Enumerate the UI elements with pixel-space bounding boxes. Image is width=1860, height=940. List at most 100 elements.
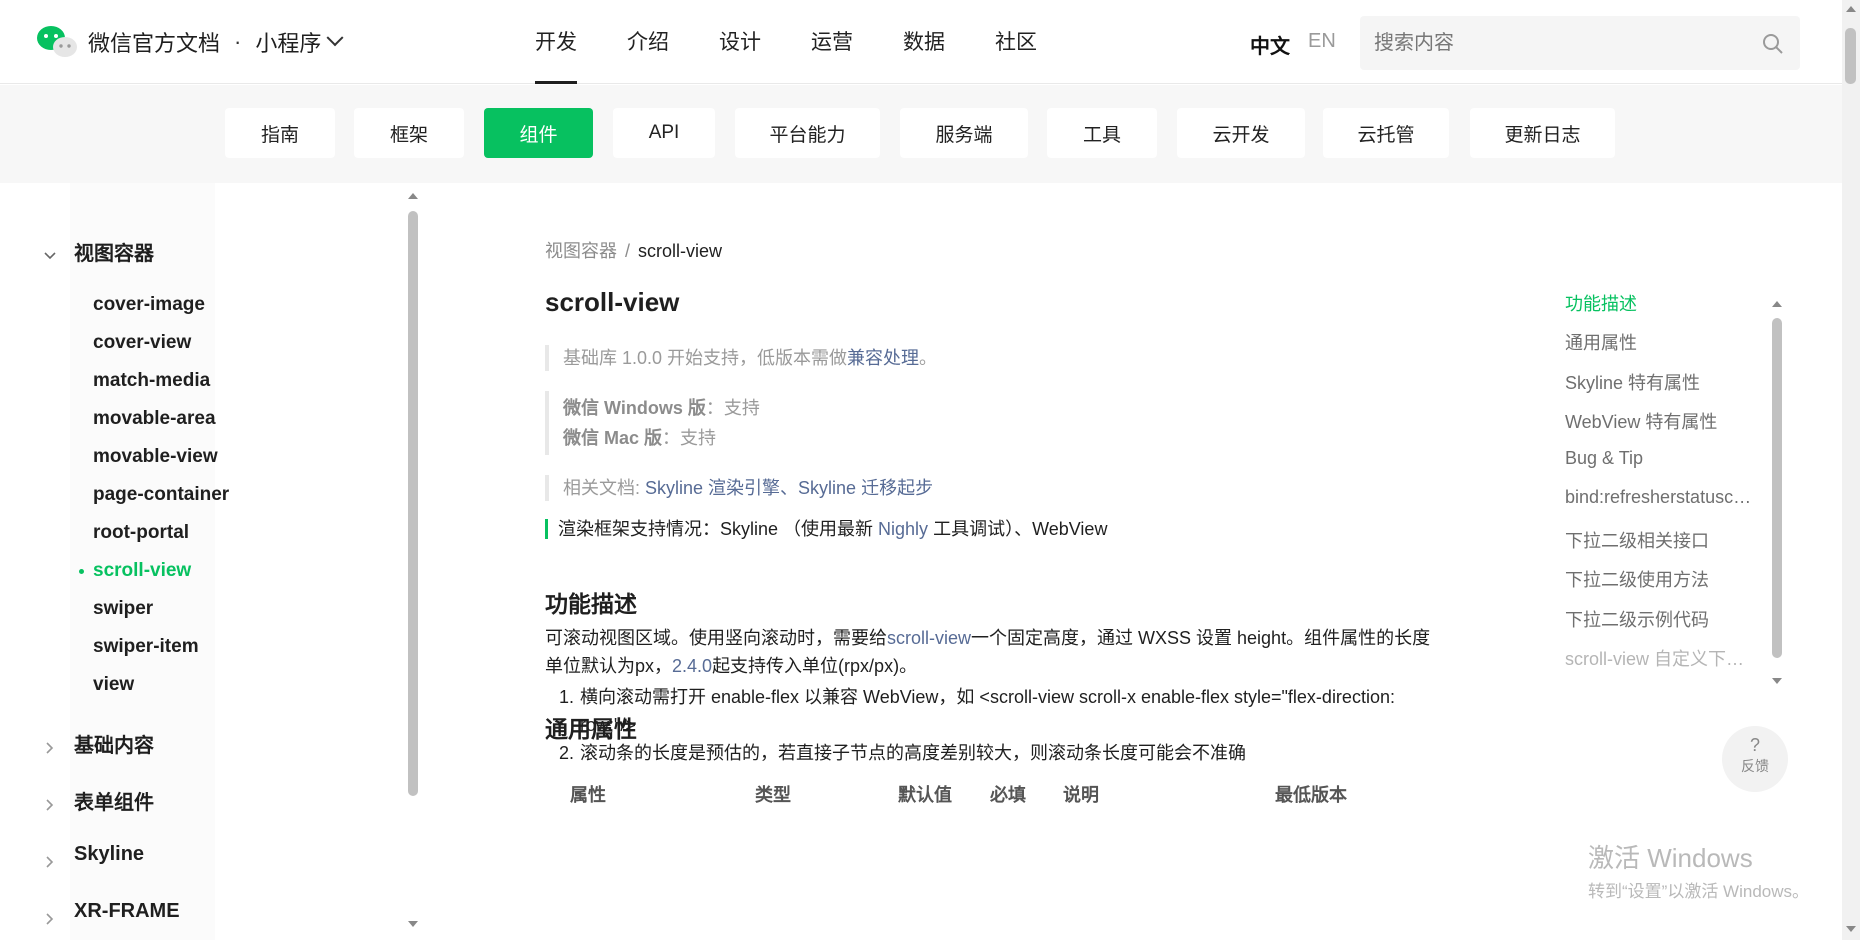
nav-intro[interactable]: 介绍 (627, 26, 669, 84)
compat-link[interactable]: 兼容处理 (847, 348, 919, 368)
sidebar-item-cover-image[interactable]: cover-image (93, 294, 205, 316)
nav-data[interactable]: 数据 (903, 26, 945, 84)
render-support-text: 渲染框架支持情况：Skyline （使用最新 (558, 519, 879, 539)
toc-scroll-up-icon[interactable] (1772, 301, 1782, 307)
sidebar-item-match-media[interactable]: match-media (93, 370, 210, 392)
nav-operation[interactable]: 运营 (811, 26, 853, 84)
toc-scroll-down-icon[interactable] (1772, 678, 1782, 684)
scroll-down-arrow-icon[interactable] (408, 921, 418, 927)
toc-item[interactable]: scroll-view 自定义下拉刷新 (1565, 645, 1755, 671)
mac-value: ：支持 (662, 428, 717, 448)
lang-zh[interactable]: 中文 (1250, 30, 1290, 59)
list-item-text: 横向滚动需打开 enable-flex 以兼容 WebView，如 <scrol… (580, 687, 1395, 735)
toc-item[interactable]: 下拉二级相关接口 (1565, 527, 1755, 553)
sidebar-item-view[interactable]: view (93, 674, 134, 696)
category-platform[interactable]: 平台能力 (735, 108, 880, 158)
top-header: 微信官方文档 · 小程序 开发 介绍 设计 运营 数据 社区 中文 EN (0, 0, 1842, 84)
main-nav: 开发 介绍 设计 运营 数据 社区 (535, 26, 1087, 84)
table-header-cell: 最低版本 (1275, 785, 1347, 805)
toc-scrollbar[interactable] (1772, 318, 1782, 658)
nav-community[interactable]: 社区 (995, 26, 1037, 84)
section-title-common-props: 通用属性 (545, 716, 637, 742)
page-scrollbar-track[interactable] (1842, 0, 1860, 940)
sidebar-item-swiper[interactable]: swiper (93, 598, 153, 620)
brand-title[interactable]: 微信官方文档 (88, 26, 220, 58)
support-base-suffix: 。 (919, 348, 938, 368)
props-table-header: 属性 类型 默认值 必填 说明 最低版本 (545, 781, 1445, 811)
brand[interactable]: 微信官方文档 · 小程序 (36, 25, 344, 59)
table-header-cell: 类型 (755, 785, 791, 805)
toc-item[interactable]: Skyline 特有属性 (1565, 369, 1755, 395)
toc-item[interactable]: WebView 特有属性 (1565, 408, 1755, 434)
sidebar-item-swiper-item[interactable]: swiper-item (93, 636, 199, 658)
language-switch: 中文 EN (1250, 30, 1336, 59)
windows-activation-watermark: 激活 Windows 转到“设置”以激活 Windows。 (1588, 838, 1809, 902)
description-text-a: 可滚动视图区域。使用竖向滚动时，需要给 (545, 628, 887, 648)
category-guide[interactable]: 指南 (225, 108, 335, 158)
sidebar-group-label: Skyline (74, 843, 145, 865)
sidebar-item-movable-view[interactable]: movable-view (93, 446, 218, 468)
brand-separator: · (234, 29, 242, 54)
windows-value: ：支持 (705, 398, 760, 418)
page-title: scroll-view (545, 287, 680, 317)
support-note: 基础库 1.0.0 开始支持，低版本需做兼容处理。 (545, 345, 937, 371)
support-base-text: 基础库 1.0.0 开始支持，低版本需做 (563, 348, 848, 368)
category-cloud-hosting[interactable]: 云托管 (1323, 108, 1449, 158)
watermark-title: 激活 Windows (1588, 843, 1753, 873)
search-icon[interactable] (1762, 33, 1784, 55)
description-list: 1. 横向滚动需打开 enable-flex 以兼容 WebView，如 <scr… (545, 683, 1445, 767)
scroll-up-arrow-icon[interactable] (408, 193, 418, 199)
nav-design[interactable]: 设计 (719, 26, 761, 84)
page-scroll-up-icon[interactable] (1846, 6, 1856, 12)
skyline-engine-link[interactable]: Skyline 渲染引擎 (645, 478, 780, 498)
category-framework[interactable]: 框架 (354, 108, 464, 158)
sidebar-scrollbar[interactable] (408, 211, 418, 796)
search-input[interactable] (1374, 30, 1754, 56)
nighly-link[interactable]: Nighly (878, 519, 928, 539)
skyline-migration-link[interactable]: Skyline 迁移起步 (798, 478, 933, 498)
toc-item[interactable]: 下拉二级使用方法 (1565, 566, 1755, 592)
list-item: 1. 横向滚动需打开 enable-flex 以兼容 WebView，如 <scr… (545, 683, 1445, 739)
chevron-down-icon[interactable] (326, 29, 344, 47)
description-paragraph: 可滚动视图区域。使用竖向滚动时，需要给scroll-view一个固定高度，通过 … (545, 624, 1445, 680)
sidebar-item-movable-area[interactable]: movable-area (93, 408, 216, 430)
chevron-right-icon (44, 794, 54, 811)
category-cloud-dev[interactable]: 云开发 (1177, 108, 1305, 158)
version-link[interactable]: 2.4.0 (672, 656, 712, 676)
toc-item[interactable]: 下拉二级示例代码 (1565, 606, 1755, 632)
lang-en[interactable]: EN (1308, 30, 1336, 59)
render-support-line: 渲染框架支持情况：Skyline （使用最新 Nighly 工具调试）、WebV… (545, 519, 1107, 539)
category-tools[interactable]: 工具 (1047, 108, 1157, 158)
list-number: 1. (559, 687, 575, 707)
list-item-text: 滚动条的长度是预估的，若直接子节点的高度差别较大，则滚动条长度可能会不准确 (580, 743, 1246, 763)
feedback-label: 反馈 (1741, 758, 1769, 774)
wechat-logo-icon (36, 25, 78, 59)
breadcrumb-separator: / (625, 241, 631, 261)
toc-item[interactable]: Bug & Tip (1565, 448, 1755, 469)
breadcrumb-parent[interactable]: 视图容器 (545, 241, 617, 261)
sidebar-item-page-container[interactable]: page-container (93, 484, 229, 506)
product-switcher[interactable]: 小程序 (255, 26, 321, 58)
category-components[interactable]: 组件 (484, 108, 593, 158)
page-scroll-down-icon[interactable] (1846, 926, 1856, 932)
mac-label: 微信 Mac 版 (563, 428, 663, 448)
category-api[interactable]: API (613, 108, 715, 158)
toc-item[interactable]: 通用属性 (1565, 329, 1755, 355)
list-item: 2. 滚动条的长度是预估的，若直接子节点的高度差别较大，则滚动条长度可能会不准确 (545, 739, 1445, 767)
table-header-cell: 默认值 (898, 785, 952, 805)
sidebar-item-cover-view[interactable]: cover-view (93, 332, 191, 354)
category-changelog[interactable]: 更新日志 (1470, 108, 1615, 158)
scroll-view-link[interactable]: scroll-view (887, 628, 971, 648)
category-server[interactable]: 服务端 (900, 108, 1028, 158)
chevron-right-icon (44, 908, 54, 925)
search-box[interactable] (1360, 16, 1800, 70)
nav-develop[interactable]: 开发 (535, 26, 577, 84)
page-scrollbar-thumb[interactable] (1845, 28, 1856, 84)
toc-item[interactable]: 功能描述 (1565, 290, 1755, 316)
toc-item[interactable]: bind:refresherstatuschange (1565, 487, 1755, 508)
sidebar-item-scroll-view[interactable]: scroll-view (78, 560, 191, 582)
chevron-down-icon (44, 245, 56, 260)
sidebar-item-root-portal[interactable]: root-portal (93, 522, 189, 544)
render-support-suffix: 工具调试）、WebView (928, 519, 1108, 539)
feedback-button[interactable]: ? 反馈 (1722, 726, 1788, 792)
